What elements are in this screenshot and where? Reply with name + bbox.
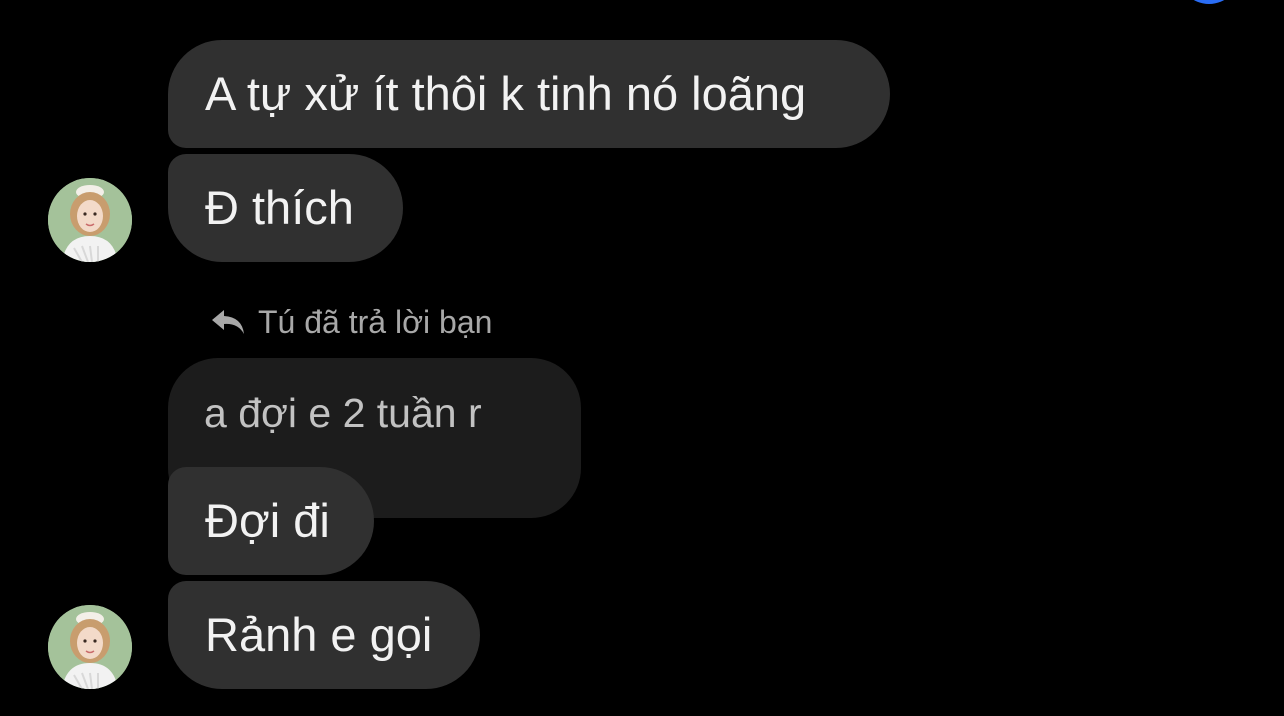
- contact-avatar[interactable]: [48, 178, 132, 262]
- message-bubble[interactable]: Rảnh e gọi: [168, 581, 480, 689]
- avatar-icon: [48, 605, 132, 689]
- profile-badge[interactable]: [1178, 0, 1240, 4]
- message-bubble[interactable]: Đợi đi: [168, 467, 374, 575]
- reply-label: Tú đã trả lời bạn: [258, 303, 493, 340]
- reply-indicator: Tú đã trả lời bạn: [210, 300, 492, 344]
- contact-avatar[interactable]: [48, 605, 132, 689]
- message-bubble[interactable]: A tự xử ít thôi k tinh nó loãng: [168, 40, 890, 148]
- avatar-icon: [48, 178, 132, 262]
- reply-arrow-icon: [210, 308, 246, 336]
- chat-thread: A tự xử ít thôi k tinh nó loãng Đ thích …: [0, 0, 1284, 716]
- message-bubble[interactable]: Đ thích: [168, 154, 403, 262]
